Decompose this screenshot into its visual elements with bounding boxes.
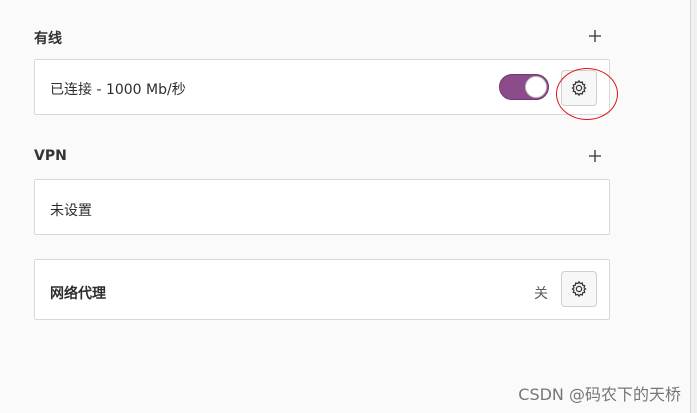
vpn-section-title: VPN bbox=[34, 148, 67, 164]
network-proxy-label: 网络代理 bbox=[50, 286, 106, 302]
plus-icon bbox=[589, 30, 601, 42]
wired-section-title: 有线 bbox=[34, 31, 62, 47]
wired-connection-status: 已连接 - 1000 Mb/秒 bbox=[50, 82, 186, 98]
window-edge bbox=[690, 0, 697, 413]
vpn-row: 未设置 bbox=[34, 179, 610, 235]
watermark: CSDN @码农下的天桥 bbox=[518, 385, 681, 404]
network-proxy-row[interactable]: 网络代理 关 bbox=[34, 259, 610, 320]
gear-icon bbox=[571, 79, 587, 97]
add-wired-button[interactable] bbox=[583, 24, 607, 48]
toggle-knob bbox=[525, 76, 547, 98]
wired-settings-button[interactable] bbox=[561, 70, 597, 106]
vpn-status: 未设置 bbox=[50, 203, 92, 219]
wired-toggle-switch[interactable] bbox=[499, 74, 549, 100]
wired-connection-row: 已连接 - 1000 Mb/秒 bbox=[34, 59, 610, 115]
plus-icon bbox=[589, 150, 601, 162]
add-vpn-button[interactable] bbox=[583, 144, 607, 168]
gear-icon bbox=[571, 280, 587, 298]
proxy-settings-button[interactable] bbox=[561, 271, 597, 307]
proxy-state: 关 bbox=[534, 286, 548, 302]
